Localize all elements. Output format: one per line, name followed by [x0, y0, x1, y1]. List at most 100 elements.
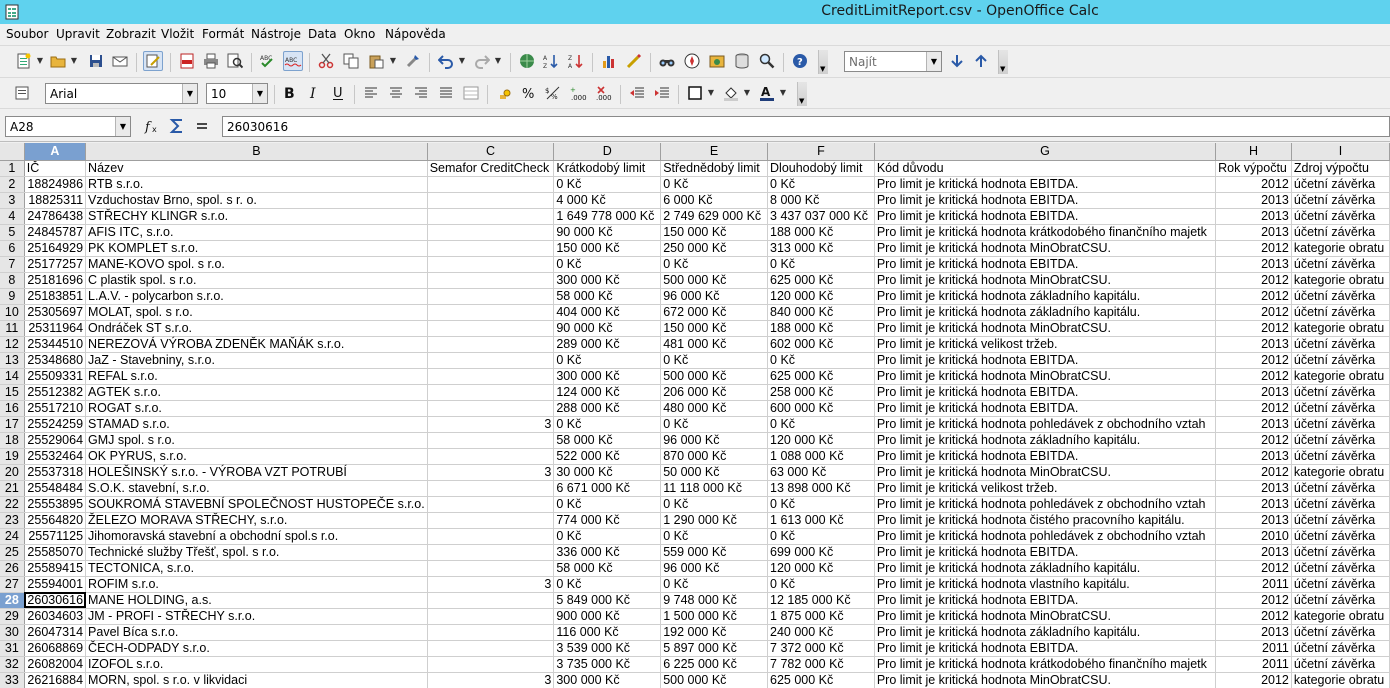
cell-a[interactable]: 25512382 — [24, 384, 87, 401]
cell-d[interactable]: 404 000 Kč — [553, 304, 662, 321]
cell-b[interactable]: TECTONICA, s.r.o. — [85, 560, 428, 577]
cell-g[interactable]: Pro limit je kritická hodnota pohledávek… — [874, 416, 1217, 433]
cell-e[interactable]: 6 000 Kč — [660, 192, 769, 209]
cell-d[interactable]: 90 000 Kč — [553, 224, 662, 241]
cell-b[interactable]: MORN, spol. s r.o. v likvidaci — [85, 672, 428, 688]
cell-f[interactable]: 0 Kč — [767, 416, 875, 433]
menu-okno[interactable]: Okno — [344, 27, 375, 41]
cell-f[interactable]: 120 000 Kč — [767, 432, 875, 449]
cell-g[interactable]: Pro limit je kritická hodnota EBITDA. — [874, 544, 1217, 561]
cell-a[interactable]: 25164929 — [24, 240, 87, 257]
row-header[interactable]: 33 — [0, 672, 25, 688]
cell-i[interactable]: účetní závěrka — [1291, 352, 1390, 369]
cell-c[interactable] — [427, 336, 555, 353]
paste-icon[interactable] — [366, 51, 386, 71]
cell-c[interactable] — [427, 400, 555, 417]
cell-a[interactable]: 25305697 — [24, 304, 87, 321]
cell-c[interactable] — [427, 624, 555, 641]
cell-e[interactable]: 0 Kč — [660, 496, 769, 513]
cell-c[interactable] — [427, 368, 555, 385]
cell-d[interactable]: 300 000 Kč — [553, 672, 662, 688]
cell-d[interactable]: 58 000 Kč — [553, 432, 662, 449]
cell-f[interactable]: 3 437 037 000 Kč — [767, 208, 875, 225]
menu-data[interactable]: Data — [308, 27, 337, 41]
cell-g[interactable]: Pro limit je kritická hodnota MinObratCS… — [874, 368, 1217, 385]
cell-h[interactable]: 2012 — [1215, 352, 1292, 369]
row-header[interactable]: 26 — [0, 560, 25, 577]
cell-b[interactable]: REFAL s.r.o. — [85, 368, 428, 385]
cell-i[interactable]: kategorie obratu — [1291, 464, 1390, 481]
paste-dropdown-icon[interactable]: ▼ — [389, 51, 397, 71]
column-header-c[interactable]: C — [427, 143, 555, 161]
toolbar-grip[interactable]: ▼ — [818, 50, 828, 74]
cell-e[interactable]: 481 000 Kč — [660, 336, 769, 353]
menu-nastroje[interactable]: Nástroje — [251, 27, 301, 41]
sort-descending-icon[interactable]: ZA — [566, 51, 586, 71]
menu-zobrazit[interactable]: Zobrazit — [106, 27, 156, 41]
cell-c[interactable]: 3 — [427, 416, 555, 433]
cell-i[interactable]: účetní závěrka — [1291, 208, 1390, 225]
cell-g[interactable]: Pro limit je kritická hodnota MinObratCS… — [874, 240, 1217, 257]
cell-b[interactable]: HOLEŠINSKÝ s.r.o. - VÝROBA VZT POTRUBÍ — [85, 464, 428, 481]
cell-f[interactable]: 840 000 Kč — [767, 304, 875, 321]
open-folder-icon[interactable] — [48, 51, 68, 71]
row-header[interactable]: 12 — [0, 336, 25, 353]
cell-h[interactable]: 2012 — [1215, 320, 1292, 337]
zoom-icon[interactable] — [757, 51, 777, 71]
cell-h[interactable]: 2013 — [1215, 544, 1292, 561]
cell-f[interactable]: 625 000 Kč — [767, 368, 875, 385]
row-header[interactable]: 1 — [0, 160, 25, 177]
header-cell[interactable]: Kód důvodu — [874, 160, 1217, 177]
delete-decimal-icon[interactable]: .000 — [594, 83, 614, 103]
cell-i[interactable]: účetní závěrka — [1291, 512, 1390, 529]
cell-e[interactable]: 96 000 Kč — [660, 432, 769, 449]
cell-a[interactable]: 25311964 — [24, 320, 87, 337]
hyperlink-icon[interactable] — [517, 51, 537, 71]
cell-h[interactable]: 2013 — [1215, 480, 1292, 497]
cell-a[interactable]: 26047314 — [24, 624, 87, 641]
cell-a[interactable]: 25509331 — [24, 368, 87, 385]
cell-i[interactable]: účetní závěrka — [1291, 400, 1390, 417]
cell-a[interactable]: 25517210 — [24, 400, 87, 417]
cell-e[interactable]: 0 Kč — [660, 256, 769, 273]
cell-g[interactable]: Pro limit je kritická hodnota základního… — [874, 288, 1217, 305]
cell-h[interactable]: 2013 — [1215, 208, 1292, 225]
row-header[interactable]: 14 — [0, 368, 25, 385]
column-header-e[interactable]: E — [660, 143, 769, 161]
header-cell[interactable]: Zdroj výpočtu — [1291, 160, 1390, 177]
cell-b[interactable]: S.O.K. stavební, s.r.o. — [85, 480, 428, 497]
chevron-down-icon[interactable]: ▼ — [182, 84, 197, 103]
cell-g[interactable]: Pro limit je kritická hodnota MinObratCS… — [874, 672, 1217, 688]
cell-e[interactable]: 870 000 Kč — [660, 448, 769, 465]
formatting-toolbar-grip[interactable]: ▼ — [797, 82, 807, 106]
cell-g[interactable]: Pro limit je kritická hodnota EBITDA. — [874, 400, 1217, 417]
cell-d[interactable]: 0 Kč — [553, 576, 662, 593]
cell-i[interactable]: účetní závěrka — [1291, 304, 1390, 321]
cell-b[interactable]: ŽELEZO MORAVA STŘECHY, s.r.o. — [85, 512, 428, 529]
cell-f[interactable]: 0 Kč — [767, 528, 875, 545]
cell-e[interactable]: 0 Kč — [660, 352, 769, 369]
data-sources-icon[interactable] — [732, 51, 752, 71]
find-next-icon[interactable] — [947, 51, 967, 71]
column-header-b[interactable]: B — [85, 143, 428, 161]
cell-b[interactable]: STŘECHY KLINGR s.r.o. — [85, 208, 428, 225]
cell-i[interactable]: účetní závěrka — [1291, 432, 1390, 449]
cell-b[interactable]: IZOFOL s.r.o. — [85, 656, 428, 673]
row-header[interactable]: 3 — [0, 192, 25, 209]
row-header[interactable]: 2 — [0, 176, 25, 193]
cell-c[interactable] — [427, 528, 555, 545]
background-color-icon[interactable] — [721, 83, 741, 103]
cell-b[interactable]: Vzduchostav Brno, spol. s r. o. — [85, 192, 428, 209]
cut-icon[interactable] — [316, 51, 336, 71]
cell-g[interactable]: Pro limit je kritická hodnota EBITDA. — [874, 256, 1217, 273]
cell-c[interactable]: 3 — [427, 672, 555, 688]
cell-h[interactable]: 2012 — [1215, 368, 1292, 385]
cell-c[interactable] — [427, 560, 555, 577]
formula-input[interactable]: 26030616 — [222, 116, 1390, 137]
cell-h[interactable]: 2013 — [1215, 416, 1292, 433]
cell-c[interactable] — [427, 432, 555, 449]
cell-a[interactable]: 25564820 — [24, 512, 87, 529]
cell-h[interactable]: 2012 — [1215, 432, 1292, 449]
select-all-corner[interactable] — [0, 143, 25, 161]
cell-i[interactable]: účetní závěrka — [1291, 336, 1390, 353]
